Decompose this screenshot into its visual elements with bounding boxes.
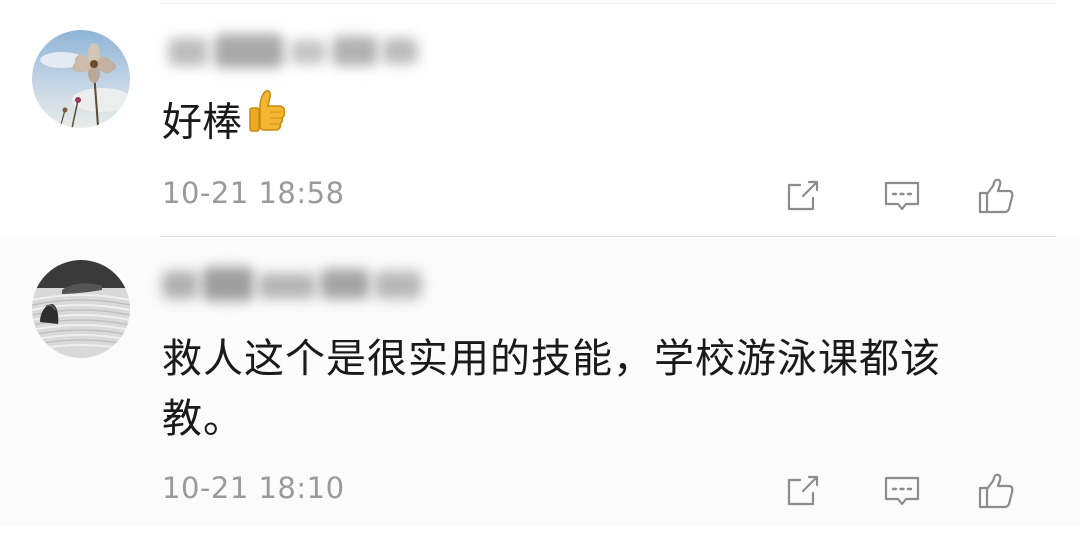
avatar[interactable]: [32, 30, 130, 128]
like-thumb-icon: [978, 178, 1014, 214]
share-button[interactable]: [783, 176, 823, 216]
comment-actions: [0, 172, 1080, 216]
like-thumb-icon: [978, 473, 1014, 509]
thumbs-up-emoji-icon: [246, 89, 286, 154]
bottom-spacer: [0, 525, 1080, 538]
username-blurred[interactable]: [162, 28, 422, 74]
like-button[interactable]: [976, 176, 1016, 216]
comment-item: 救人这个是很实用的技能，学校游泳课都该教。 10-21 18:10: [0, 237, 1080, 525]
username-blurred[interactable]: [162, 261, 422, 307]
comment-body: 好棒: [162, 99, 242, 146]
comment-item: 好棒 10-21 18:58: [0, 4, 1080, 236]
reply-comment-icon: [884, 476, 920, 506]
reply-comment-icon: [884, 181, 920, 211]
share-icon: [787, 475, 819, 506]
like-button[interactable]: [976, 471, 1016, 511]
avatar[interactable]: [32, 260, 130, 358]
comment-text: 救人这个是很实用的技能，学校游泳课都该教。: [162, 336, 941, 442]
share-icon: [787, 180, 819, 211]
comment-text: 好棒: [162, 89, 286, 157]
comment-actions: [0, 467, 1080, 511]
reply-button[interactable]: [882, 176, 922, 216]
share-button[interactable]: [783, 471, 823, 511]
reply-button[interactable]: [882, 471, 922, 511]
